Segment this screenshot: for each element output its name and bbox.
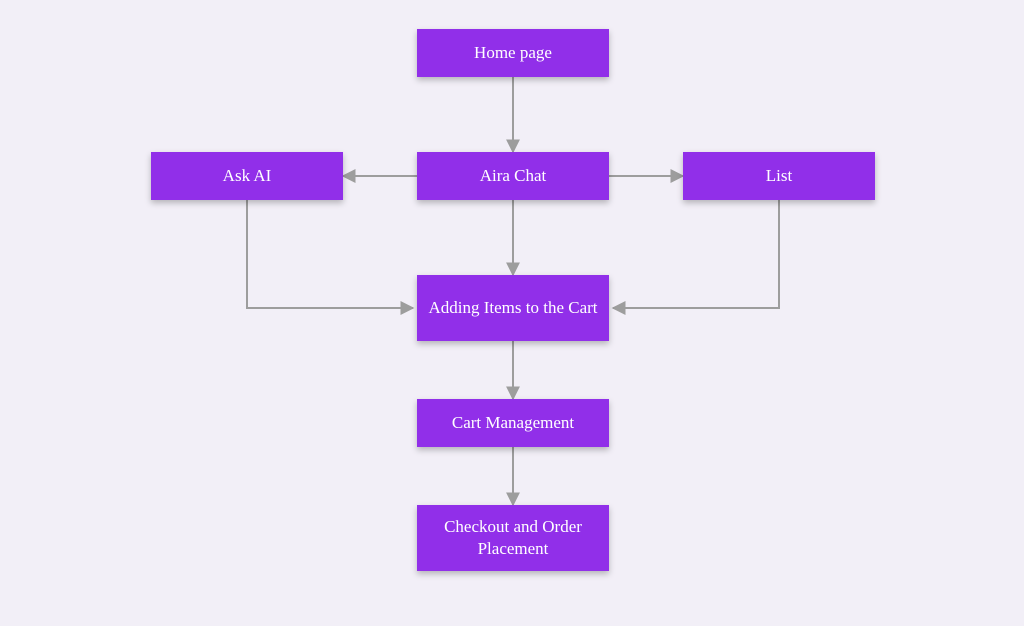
node-label: Cart Management <box>452 412 574 434</box>
node-askai: Ask AI <box>151 152 343 200</box>
node-addcart: Adding Items to the Cart <box>417 275 609 341</box>
node-checkout: Checkout and Order Placement <box>417 505 609 571</box>
node-cartmgmt: Cart Management <box>417 399 609 447</box>
node-label: Aira Chat <box>480 165 547 187</box>
node-label: Ask AI <box>223 165 272 187</box>
node-list: List <box>683 152 875 200</box>
node-label: Checkout and Order Placement <box>425 516 601 560</box>
edge-list-addcart <box>613 200 779 308</box>
node-airachat: Aira Chat <box>417 152 609 200</box>
edge-askai-addcart <box>247 200 413 308</box>
node-label: Home page <box>474 42 552 64</box>
node-label: Adding Items to the Cart <box>428 297 597 319</box>
node-home: Home page <box>417 29 609 77</box>
node-label: List <box>766 165 792 187</box>
